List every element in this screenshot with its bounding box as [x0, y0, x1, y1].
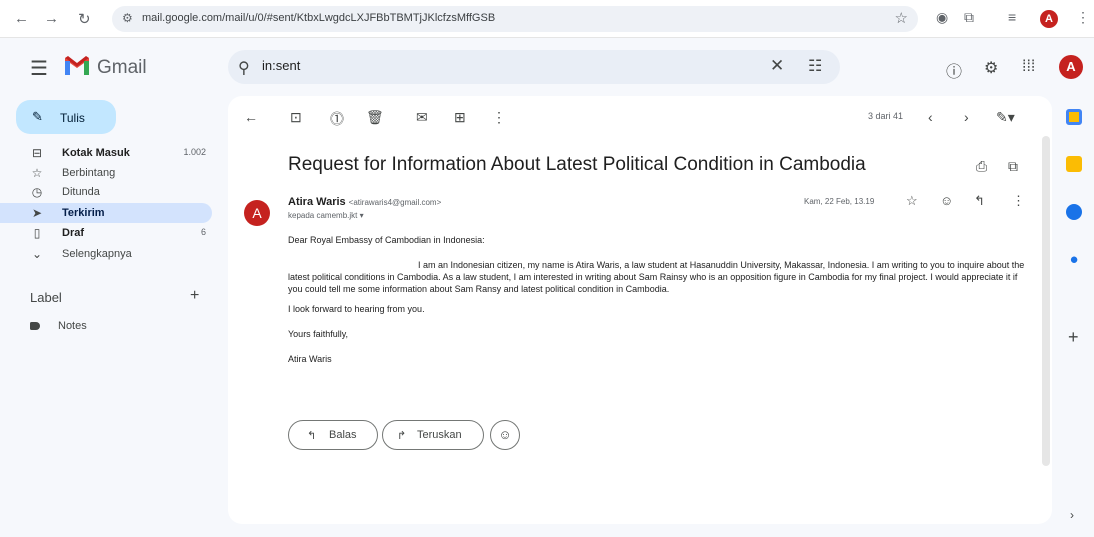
newer-chevron-icon[interactable]: ‹: [928, 109, 933, 125]
browser-toolbar: ← → ↻ ⚙ mail.google.com/mail/u/0/#sent/K…: [0, 0, 1094, 38]
sender-email: <atirawaris4@gmail.com>: [348, 198, 442, 207]
label-tag-icon: [30, 322, 40, 331]
back-icon[interactable]: ←: [14, 10, 29, 27]
settings-gear-icon[interactable]: ⚙: [984, 58, 998, 78]
scrollbar[interactable]: [1042, 136, 1050, 466]
open-new-window-icon[interactable]: ⧉: [1008, 158, 1018, 175]
sender-info: Atira Waris <atirawaris4@gmail.com>: [288, 196, 441, 208]
reply-icon[interactable]: ↰: [974, 193, 985, 209]
sidebar-item-starred[interactable]: ☆ Berbintang: [0, 163, 212, 183]
forward-arrow-icon: ↱: [397, 430, 407, 442]
email-closing: I look forward to hearing from you.: [288, 304, 425, 314]
mark-unread-icon[interactable]: ✉: [416, 109, 428, 126]
sidebar-item-more[interactable]: ⌄ Selengkapnya: [0, 244, 212, 264]
star-message-icon[interactable]: ☆: [906, 193, 918, 209]
recipient-line[interactable]: kepada camemb.jkt ▾: [288, 211, 364, 220]
search-bar[interactable]: ⚲ ✕ ☷: [228, 50, 840, 84]
back-to-list-icon[interactable]: ←: [244, 109, 258, 125]
get-addons-icon[interactable]: +: [1068, 327, 1079, 348]
site-info-icon[interactable]: ⚙: [122, 11, 133, 25]
extension-shield-icon[interactable]: ◉: [936, 9, 948, 26]
main-menu-icon[interactable]: ☰: [30, 56, 48, 81]
reply-arrow-icon: ↰: [307, 430, 317, 442]
email-body: Dear Royal Embassy of Cambodian in Indon…: [288, 234, 1028, 378]
archive-icon[interactable]: ⊡: [290, 109, 302, 126]
bookmark-star-icon[interactable]: ☆: [895, 9, 908, 27]
report-spam-icon[interactable]: ⓵: [330, 109, 344, 129]
sidebar-item-drafts[interactable]: ▯ Draf 6: [0, 223, 212, 243]
star-icon: ☆: [31, 166, 43, 180]
address-bar[interactable]: ⚙ mail.google.com/mail/u/0/#sent/KtbxLwg…: [112, 6, 918, 32]
email-signature: Atira Waris: [288, 354, 332, 364]
message-panel: ← ⊡ ⓵ 🗑 ✉ ⊞ ⋮ 3 dari 41 ‹ › ✎▾ Request f…: [228, 96, 1052, 524]
smiley-icon: ☺: [498, 427, 512, 442]
reply-button[interactable]: ↰ Balas: [288, 420, 378, 450]
tasks-icon[interactable]: [1066, 204, 1082, 220]
help-icon[interactable]: ⓘ: [946, 58, 962, 82]
forward-icon[interactable]: →: [44, 10, 59, 27]
chevron-down-icon: ⌄: [31, 247, 43, 261]
search-icon[interactable]: ⚲: [238, 58, 250, 78]
url-text: mail.google.com/mail/u/0/#sent/KtbxLwgdc…: [142, 12, 496, 24]
clock-icon: ◷: [31, 185, 43, 199]
extensions-puzzle-icon[interactable]: ⧉: [964, 9, 974, 26]
older-chevron-icon[interactable]: ›: [964, 109, 969, 125]
emoji-button[interactable]: ☺: [490, 420, 520, 450]
calendar-icon[interactable]: [1066, 109, 1082, 125]
clear-search-icon[interactable]: ✕: [770, 56, 784, 76]
draft-icon: ▯: [33, 226, 41, 240]
search-input[interactable]: [262, 58, 762, 73]
compose-label: Tulis: [60, 111, 85, 125]
sidebar-item-snoozed[interactable]: ◷ Ditunda: [0, 182, 212, 202]
browser-profile-avatar[interactable]: A: [1040, 10, 1058, 28]
inbox-icon: ⊟: [31, 146, 43, 160]
gmail-logo-icon[interactable]: [63, 53, 91, 77]
sidebar-item-inbox[interactable]: ⊟ Kotak Masuk 1.002: [0, 143, 212, 163]
browser-menu-icon[interactable]: ⋮: [1076, 9, 1090, 26]
sidebar-item-sent[interactable]: ➤ Terkirim: [0, 203, 212, 223]
keep-icon[interactable]: [1066, 156, 1082, 172]
message-more-icon[interactable]: ⋮: [1012, 193, 1025, 209]
recipient-dropdown-icon[interactable]: ▾: [360, 211, 364, 220]
contacts-icon[interactable]: ●: [1066, 252, 1082, 268]
email-signoff: Yours faithfully,: [288, 329, 349, 339]
move-to-icon[interactable]: ⊞: [454, 109, 466, 126]
input-tools-icon[interactable]: ✎▾: [996, 109, 1015, 126]
sender-name: Atira Waris: [288, 196, 346, 208]
add-label-icon[interactable]: +: [190, 287, 199, 305]
compose-button[interactable]: ✎ Tulis: [16, 100, 116, 134]
email-date: Kam, 22 Feb, 13.19: [804, 197, 875, 206]
print-icon[interactable]: ⎙: [976, 158, 987, 175]
show-side-panel-icon[interactable]: ›: [1070, 508, 1074, 522]
labels-heading: Label: [30, 290, 62, 305]
pager-text: 3 dari 41: [868, 111, 904, 121]
email-paragraph: I am an Indonesian citizen, my name is A…: [288, 260, 1025, 294]
apps-grid-icon[interactable]: ⁞⁞⁞: [1022, 58, 1035, 76]
forward-button[interactable]: ↱ Teruskan: [382, 420, 484, 450]
search-options-icon[interactable]: ☷: [808, 56, 822, 76]
emoji-react-icon[interactable]: ☺: [940, 193, 953, 208]
send-icon: ➤: [31, 206, 43, 220]
sidebar-label-notes[interactable]: Notes: [30, 320, 87, 332]
pencil-icon: ✎: [32, 109, 43, 124]
email-subject: Request for Information About Latest Pol…: [288, 154, 866, 175]
app-name: Gmail: [97, 57, 147, 78]
reload-icon[interactable]: ↻: [78, 10, 91, 28]
email-greeting: Dear Royal Embassy of Cambodian in Indon…: [288, 235, 485, 245]
more-options-icon[interactable]: ⋮: [492, 109, 506, 126]
reading-list-icon[interactable]: ≡: [1008, 9, 1016, 25]
account-avatar[interactable]: A: [1059, 55, 1083, 79]
sender-avatar[interactable]: A: [244, 200, 270, 226]
delete-icon[interactable]: 🗑: [366, 109, 384, 126]
